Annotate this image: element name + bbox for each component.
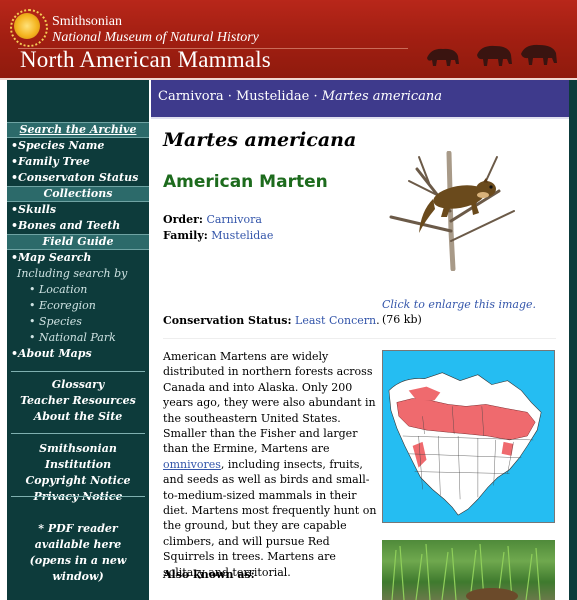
order-link[interactable]: Carnivora: [206, 213, 262, 226]
sidebar-subitem-national-park[interactable]: • National Park: [7, 330, 149, 346]
range-map[interactable]: [382, 350, 555, 523]
breadcrumb-sep: ·: [309, 89, 322, 104]
museum-name[interactable]: National Museum of Natural History: [52, 30, 259, 46]
sidebar-item-label: Species Name: [18, 139, 105, 152]
description-text: , including insects, fruits, and seeds a…: [163, 457, 377, 579]
breadcrumb-text: Carnivora · Mustelidae · Martes american…: [158, 89, 442, 104]
breadcrumb-sep: ·: [223, 89, 236, 104]
muskox-herd-icon: [427, 44, 557, 66]
org-name[interactable]: Smithsonian: [52, 14, 122, 30]
pdf-available-link[interactable]: available here: [7, 537, 149, 553]
sidebar-item-about-maps[interactable]: •About Maps: [7, 346, 149, 362]
family-label: Family:: [163, 229, 208, 242]
search-section: Search the Archive •Species Name •Family…: [7, 122, 149, 362]
sidebar-item-label: Species: [39, 315, 82, 328]
sidebar-subitem-species[interactable]: • Species: [7, 314, 149, 330]
sidebar-subitem-location[interactable]: • Location: [7, 282, 149, 298]
sidebar-item-label: Conservaton Status: [18, 171, 139, 184]
copyright-notice-link[interactable]: Copyright Notice: [7, 473, 149, 489]
pdf-reader-note: * PDF reader available here (opens in a …: [7, 521, 149, 585]
enlarge-image-link[interactable]: Click to enlarge this image.: [382, 298, 536, 311]
species-description: American Martens are widely distributed …: [163, 349, 381, 580]
including-search-label: Including search by: [17, 267, 128, 280]
order-row: Order: Carnivora: [163, 213, 262, 226]
teacher-resources-link[interactable]: Teacher Resources: [7, 393, 149, 409]
smithsonian-institution-link[interactable]: Smithsonian Institution: [7, 441, 149, 473]
family-link[interactable]: Mustelidae: [211, 229, 273, 242]
nav-divider: [11, 371, 145, 372]
nav-divider: [11, 433, 145, 434]
breadcrumb-family[interactable]: Mustelidae: [236, 89, 309, 104]
field-guide-heading: Field Guide: [7, 234, 149, 250]
glossary-link[interactable]: Glossary: [7, 377, 149, 393]
sidebar-item-species-name[interactable]: •Species Name: [7, 138, 149, 154]
site-title[interactable]: North American Mammals: [20, 46, 271, 74]
sidebar-item-bones-teeth[interactable]: •Bones and Teeth: [7, 218, 149, 234]
breadcrumb: Carnivora · Mustelidae · Martes american…: [151, 80, 569, 119]
sidebar-item-label: Family Tree: [18, 155, 90, 168]
sidebar-item-map-search[interactable]: •Map Search: [7, 250, 149, 266]
conservation-label: Conservation Status:: [163, 314, 292, 327]
omnivores-link[interactable]: omnivores: [163, 458, 221, 471]
order-label: Order:: [163, 213, 203, 226]
also-known-as-label: Also known as:: [163, 568, 255, 581]
sidebar-item-label: National Park: [39, 331, 116, 344]
content-divider: [163, 338, 556, 339]
breadcrumb-species: Martes americana: [321, 89, 443, 104]
sidebar-item-conservation-status[interactable]: •Conservaton Status: [7, 170, 149, 186]
right-gutter: [569, 80, 577, 600]
sidebar-item-label: About Maps: [18, 347, 92, 360]
image-size: (76 kb): [382, 313, 422, 326]
species-content: Martes americana American Marten Order: …: [151, 121, 569, 600]
sidebar-item-label: Map Search: [18, 251, 92, 264]
sidebar-subitem-ecoregion[interactable]: • Ecoregion: [7, 298, 149, 314]
site-banner: Smithsonian National Museum of Natural H…: [0, 0, 577, 80]
sidebar-item-label: Bones and Teeth: [18, 219, 121, 232]
marten-photo[interactable]: [382, 540, 555, 600]
marten-illustration[interactable]: [379, 151, 523, 271]
info-links: Glossary Teacher Resources About the Sit…: [7, 377, 149, 425]
sidebar-item-label: Ecoregion: [39, 299, 96, 312]
sidebar-nav: Search the Archive •Species Name •Family…: [7, 80, 149, 600]
family-row: Family: Mustelidae: [163, 229, 273, 242]
nav-divider: [11, 496, 145, 497]
privacy-notice-link[interactable]: Privacy Notice: [7, 489, 149, 505]
search-archive-link[interactable]: Search the Archive: [7, 122, 149, 138]
enlarge-image: Click to enlarge this image. (76 kb): [382, 297, 552, 327]
conservation-link[interactable]: Least Concern: [295, 314, 376, 327]
breadcrumb-order[interactable]: Carnivora: [158, 89, 224, 104]
pdf-new-window-note: (opens in a new window): [29, 554, 127, 583]
sidebar-item-family-tree[interactable]: •Family Tree: [7, 154, 149, 170]
sidebar-item-label: Location: [39, 283, 88, 296]
scientific-name: Martes americana: [163, 129, 357, 151]
smithsonian-sun-logo-icon[interactable]: [10, 9, 48, 47]
sidebar-item-skulls[interactable]: •Skulls: [7, 202, 149, 218]
collections-heading: Collections: [7, 186, 149, 202]
sidebar-item-label: Skulls: [18, 203, 57, 216]
common-name: American Marten: [163, 172, 328, 192]
description-text: American Martens are widely distributed …: [163, 350, 376, 456]
grass-photo-icon: [391, 543, 541, 600]
pdf-reader-link[interactable]: * PDF reader: [7, 521, 149, 537]
conservation-row: Conservation Status: Least Concern.: [163, 314, 380, 327]
about-site-link[interactable]: About the Site: [7, 409, 149, 425]
